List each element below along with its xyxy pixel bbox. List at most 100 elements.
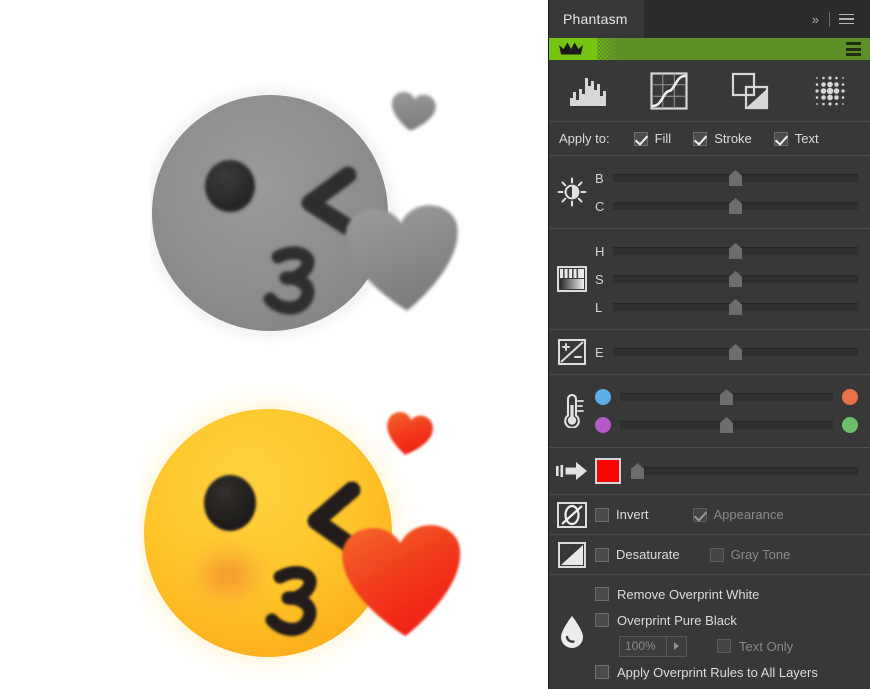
invert-section: Invert Appearance xyxy=(549,495,870,535)
checkbox-remove-overprint-white-label: Remove Overprint White xyxy=(617,586,760,602)
panel-menu-hamburger-icon[interactable] xyxy=(835,13,858,25)
checkbox-gray-tone: Gray Tone xyxy=(709,547,790,562)
slider-thumb-exposure[interactable] xyxy=(729,344,742,360)
slider-thumb-lightness[interactable] xyxy=(729,299,742,315)
checkbox-remove-overprint-white[interactable]: Remove Overprint White xyxy=(595,581,870,607)
ink-drop-icon xyxy=(549,579,595,685)
overprint-section: Remove Overprint White Overprint Pure Bl… xyxy=(549,575,870,689)
checkbox-overprint-pure-black[interactable]: Overprint Pure Black xyxy=(595,607,870,633)
slider-temperature[interactable] xyxy=(620,389,833,405)
panel-titlebar: Phantasm » xyxy=(549,0,870,38)
slider-row-exposure: E xyxy=(595,338,858,366)
checkbox-overprint-pure-black-box[interactable] xyxy=(595,613,609,627)
left-eye-grayscale xyxy=(205,160,255,212)
screenshot-root: Phantasm » Apply to: Fill Stroke Text B … xyxy=(0,0,870,689)
checkbox-stroke-label: Stroke xyxy=(714,131,752,146)
slider-label-h: H xyxy=(595,243,605,259)
slider-exposure[interactable] xyxy=(613,344,858,360)
desaturate-gradient-icon xyxy=(549,541,595,568)
checkbox-apply-overprint-all-layers-box[interactable] xyxy=(595,665,609,679)
slider-thumb-contrast[interactable] xyxy=(729,198,742,214)
levels-histogram-icon[interactable] xyxy=(549,60,629,122)
slider-saturation[interactable] xyxy=(613,271,858,287)
promo-dither-fade xyxy=(593,38,619,60)
checkbox-text-only-box xyxy=(717,639,731,653)
slider-brightness[interactable] xyxy=(613,170,858,186)
temp-blue-dot-icon xyxy=(595,389,611,405)
checkbox-fill[interactable]: Fill xyxy=(633,131,672,146)
colorize-color-swatch[interactable] xyxy=(595,458,621,484)
slider-thumb-saturation[interactable] xyxy=(729,271,742,287)
overprint-percent-row: 100% Text Only xyxy=(595,633,870,659)
chevron-double-right-icon[interactable]: » xyxy=(805,13,824,26)
exposure-section: E xyxy=(549,330,870,375)
exposure-plus-minus-icon xyxy=(549,339,595,365)
checkbox-appearance-box xyxy=(692,507,707,522)
colorize-section xyxy=(549,448,870,495)
checkbox-stroke-box[interactable] xyxy=(693,131,708,146)
checkbox-text-only-label: Text Only xyxy=(739,638,794,654)
slider-label-b: B xyxy=(595,170,604,186)
checkbox-desaturate-box[interactable] xyxy=(595,547,609,562)
brightness-sun-icon xyxy=(549,177,595,207)
checkbox-apply-overprint-all-layers-label: Apply Overprint Rules to All Layers xyxy=(617,664,818,680)
overprint-options: Remove Overprint White Overprint Pure Bl… xyxy=(595,579,870,685)
apply-to-row: Apply to: Fill Stroke Text xyxy=(549,122,870,156)
halftone-shapes-icon[interactable] xyxy=(710,60,790,122)
checkbox-appearance: Appearance xyxy=(692,507,784,522)
invert-circle-icon xyxy=(549,501,595,528)
slider-hue[interactable] xyxy=(613,243,858,259)
checkbox-remove-overprint-white-box[interactable] xyxy=(595,587,609,601)
grayscale-emoji-svg xyxy=(145,88,458,338)
checkbox-fill-label: Fill xyxy=(654,131,672,146)
overprint-percent-control: 100% xyxy=(619,635,687,657)
curves-icon[interactable] xyxy=(629,60,709,122)
promo-banner[interactable] xyxy=(549,38,870,60)
slider-row-brightness: B xyxy=(595,164,858,192)
temp-orange-dot-icon xyxy=(842,389,858,405)
slider-label-c: C xyxy=(595,198,605,214)
slider-thumb-temperature[interactable] xyxy=(720,389,733,405)
slider-contrast[interactable] xyxy=(613,198,858,214)
dot-pattern-icon[interactable] xyxy=(790,60,870,122)
desaturate-section: Desaturate Gray Tone xyxy=(549,535,870,575)
promo-menu-hamburger-icon[interactable] xyxy=(846,42,861,56)
crown-icon xyxy=(558,41,584,57)
arrow-right-motion-icon xyxy=(549,460,595,482)
tab-label: Phantasm xyxy=(563,11,628,27)
slider-thumb-tint[interactable] xyxy=(720,417,733,433)
tint-green-dot-icon xyxy=(842,417,858,433)
checkbox-apply-overprint-all-layers[interactable]: Apply Overprint Rules to All Layers xyxy=(595,659,870,685)
gradient-bars-icon xyxy=(549,266,595,292)
small-heart-grayscale xyxy=(392,92,436,131)
overprint-percent-dropdown-button xyxy=(667,635,687,657)
slider-lightness[interactable] xyxy=(613,299,858,315)
slider-tint[interactable] xyxy=(620,417,833,433)
artboard-canvas xyxy=(0,0,548,689)
hsl-sliders: H S L xyxy=(595,237,858,321)
checkbox-desaturate-label: Desaturate xyxy=(616,547,680,562)
temperature-section xyxy=(549,375,870,448)
color-emoji-svg xyxy=(128,393,461,673)
checkbox-text[interactable]: Text xyxy=(773,131,819,146)
left-eye-color xyxy=(204,475,256,531)
checkbox-invert-box[interactable] xyxy=(595,507,609,522)
slider-colorize-amount[interactable] xyxy=(631,463,858,479)
checkbox-invert-label: Invert xyxy=(616,507,649,522)
slider-thumb-hue[interactable] xyxy=(729,243,742,259)
checkbox-text-label: Text xyxy=(794,131,819,146)
checkbox-fill-box[interactable] xyxy=(633,131,648,146)
checkbox-invert[interactable]: Invert xyxy=(595,507,649,522)
color-emoji xyxy=(128,375,470,689)
slider-thumb-colorize[interactable] xyxy=(631,463,644,479)
slider-label-l: L xyxy=(595,299,603,315)
colorize-row xyxy=(595,456,858,486)
small-heart-color xyxy=(387,412,433,455)
checkbox-desaturate[interactable]: Desaturate xyxy=(595,547,680,562)
temperature-sliders xyxy=(595,383,858,439)
tab-phantasm[interactable]: Phantasm xyxy=(549,0,644,38)
grayscale-emoji xyxy=(145,63,470,373)
checkbox-stroke[interactable]: Stroke xyxy=(693,131,752,146)
checkbox-text-box[interactable] xyxy=(773,131,788,146)
slider-thumb-brightness[interactable] xyxy=(729,170,742,186)
